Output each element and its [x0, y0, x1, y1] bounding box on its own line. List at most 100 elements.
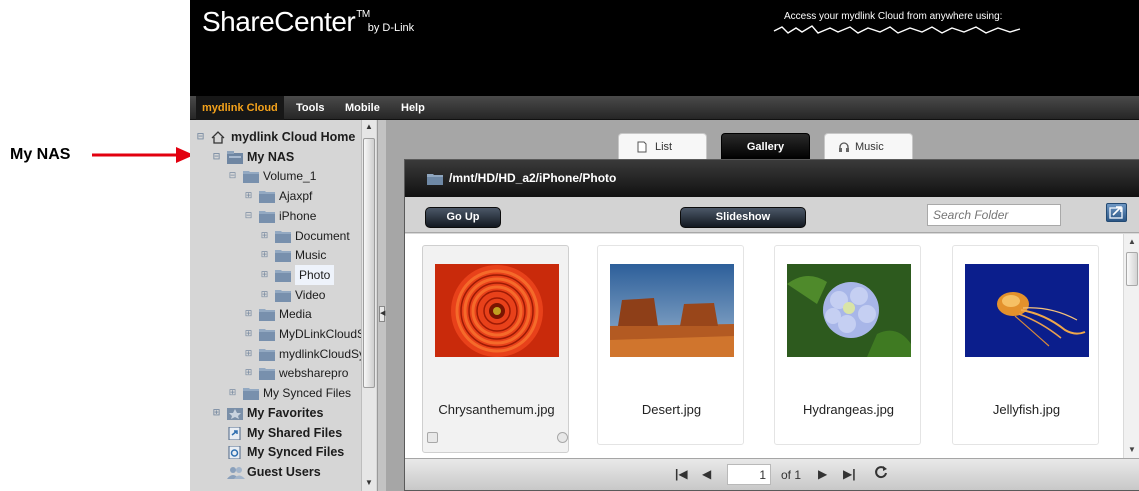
sharecenter-app: ShareCenterTMby D-Link Access your mydli… — [190, 0, 1139, 491]
gallery-item[interactable]: Hydrangeas.jpg — [774, 245, 921, 445]
photo-thumbnail[interactable] — [435, 264, 559, 357]
photo-thumbnail[interactable] — [787, 264, 911, 357]
synced-files-icon — [227, 445, 243, 460]
page-number-input[interactable] — [727, 464, 771, 485]
folder-icon — [259, 209, 275, 223]
pagination-bar: |◀ ◀ of 1 ▶ ▶| — [405, 458, 1139, 490]
tree-item-label: Volume_1 — [263, 169, 317, 184]
tree-item[interactable]: My Synced Files — [190, 442, 361, 462]
scroll-up-icon[interactable]: ▲ — [1128, 237, 1136, 246]
expand-icon[interactable]: ⊞ — [244, 329, 253, 338]
collapse-sidebar-icon[interactable]: ◀ — [379, 306, 385, 322]
tree-item[interactable]: ⊟ iPhone — [190, 206, 361, 226]
content-area: List Gallery Music /mnt/HD/HD_a2/iPhone/… — [386, 120, 1139, 491]
previous-page-icon[interactable]: ◀ — [702, 467, 711, 481]
collapse-icon[interactable]: ⊟ — [196, 132, 205, 141]
tree-item[interactable]: ⊞ Video — [190, 285, 361, 305]
expand-icon[interactable]: ⊞ — [260, 230, 269, 240]
expand-icon[interactable]: ⊞ — [260, 250, 269, 259]
item-menu-icon[interactable] — [557, 432, 568, 443]
expand-icon[interactable]: ⊞ — [228, 388, 237, 397]
gallery-scroll-thumb[interactable] — [1126, 252, 1138, 286]
folder-icon — [259, 366, 275, 381]
tree-item-label: MyDLinkCloudSy — [279, 327, 372, 341]
tree-item-label: Media — [279, 307, 312, 322]
menu-tools[interactable]: Tools — [296, 96, 325, 120]
folder-icon — [427, 174, 443, 185]
folder-icon — [275, 288, 291, 302]
menu-mydlink-cloud[interactable]: mydlink Cloud — [196, 96, 284, 120]
collapse-icon[interactable]: ⊟ — [212, 151, 221, 161]
photo-filename: Desert.jpg — [641, 402, 702, 417]
shared-files-icon — [227, 426, 243, 440]
upload-arrow-icon — [1109, 206, 1123, 219]
tree-item[interactable]: ⊞ mydlinkCloudSyı — [190, 344, 368, 364]
folder-icon — [275, 248, 291, 263]
menu-help[interactable]: Help — [401, 96, 425, 120]
collapse-icon[interactable]: ⊟ — [244, 210, 253, 220]
next-page-icon[interactable]: ▶ — [818, 467, 827, 481]
gallery-scrollbar[interactable]: ▲ ▼ — [1123, 234, 1139, 458]
first-page-icon[interactable]: |◀ — [675, 467, 688, 481]
gallery-item[interactable]: Jellyfish.jpg — [952, 245, 1099, 445]
folder-icon — [275, 229, 291, 243]
tree-item[interactable]: ⊞ My Synced Files — [190, 383, 361, 403]
tab-music[interactable]: Music — [824, 133, 913, 159]
expand-icon[interactable]: ⊞ — [260, 269, 269, 279]
tab-gallery[interactable]: Gallery — [721, 133, 810, 159]
search-folder-input[interactable] — [927, 204, 1061, 226]
tree-item[interactable]: Guest Users — [190, 462, 361, 482]
tree-item[interactable]: ⊟ My NAS — [190, 147, 361, 167]
nas-icon — [227, 150, 243, 164]
expand-icon[interactable]: ⊞ — [260, 289, 269, 299]
sharecenter-logo: ShareCenterTMby D-Link — [202, 6, 415, 37]
folder-icon — [243, 386, 259, 401]
tab-list[interactable]: List — [618, 133, 707, 159]
folder-icon — [259, 189, 275, 204]
expand-icon[interactable]: ⊞ — [244, 191, 253, 200]
sidebar-scrollbar[interactable]: ▲ ▼ — [361, 120, 376, 491]
tree-item[interactable]: ⊟ Volume_1 — [190, 166, 361, 186]
expand-icon[interactable]: ⊞ — [244, 348, 253, 358]
scroll-up-icon[interactable]: ▲ — [365, 122, 373, 131]
photo-gallery: Chrysanthemum.jpg Desert.jpg Hydrangeas.… — [405, 234, 1139, 458]
tree-item-label: Video — [295, 287, 326, 302]
tree-item[interactable]: ⊞ My Favorites — [190, 403, 361, 423]
go-up-button[interactable]: Go Up — [425, 207, 501, 228]
scroll-down-icon[interactable]: ▼ — [1128, 445, 1136, 454]
tree-item-label: My Synced Files — [247, 445, 345, 460]
upload-button[interactable] — [1106, 203, 1127, 222]
tree-item[interactable]: ⊞ Ajaxpf — [190, 186, 361, 206]
tree-item-label: iPhone — [279, 208, 317, 223]
last-page-icon[interactable]: ▶| — [843, 467, 856, 481]
tree-item[interactable]: ⊞ websharepro — [190, 363, 361, 383]
gallery-item[interactable]: Chrysanthemum.jpg — [422, 245, 569, 453]
gallery-item[interactable]: Desert.jpg — [597, 245, 744, 445]
tree-item[interactable]: ⊞ MyDLinkCloudSy — [190, 324, 371, 344]
tree-item[interactable]: ⊞ Document — [190, 226, 361, 246]
home-icon — [211, 130, 227, 144]
tree-item[interactable]: ⊞ Photo — [190, 264, 361, 285]
guest-users-icon — [227, 465, 245, 479]
select-checkbox-icon[interactable] — [427, 432, 438, 443]
list-icon — [637, 141, 647, 153]
tree-item[interactable]: ⊟ mydlink Cloud Home — [190, 127, 361, 147]
photo-thumbnail[interactable] — [610, 264, 734, 357]
scroll-down-icon[interactable]: ▼ — [365, 478, 373, 487]
slideshow-button[interactable]: Slideshow — [680, 207, 806, 228]
sidebar-scroll-thumb[interactable] — [363, 138, 375, 388]
tree-item[interactable]: ⊞ Media — [190, 304, 361, 324]
photo-thumbnail[interactable] — [965, 264, 1089, 357]
expand-icon[interactable]: ⊞ — [212, 407, 221, 417]
collapse-icon[interactable]: ⊟ — [228, 171, 237, 180]
folder-icon — [243, 169, 259, 184]
access-cloud-text: Access your mydlink Cloud from anywhere … — [784, 11, 1003, 22]
main-menu-bar: mydlink Cloud Tools Mobile Help — [190, 96, 1139, 120]
expand-icon[interactable]: ⊞ — [244, 368, 253, 377]
tree-item[interactable]: My Shared Files — [190, 423, 361, 443]
menu-mobile[interactable]: Mobile — [345, 96, 380, 120]
refresh-icon[interactable] — [874, 465, 888, 482]
pane-splitter[interactable]: ◀ — [378, 120, 386, 491]
expand-icon[interactable]: ⊞ — [244, 309, 253, 318]
tree-item[interactable]: ⊞ Music — [190, 245, 361, 265]
